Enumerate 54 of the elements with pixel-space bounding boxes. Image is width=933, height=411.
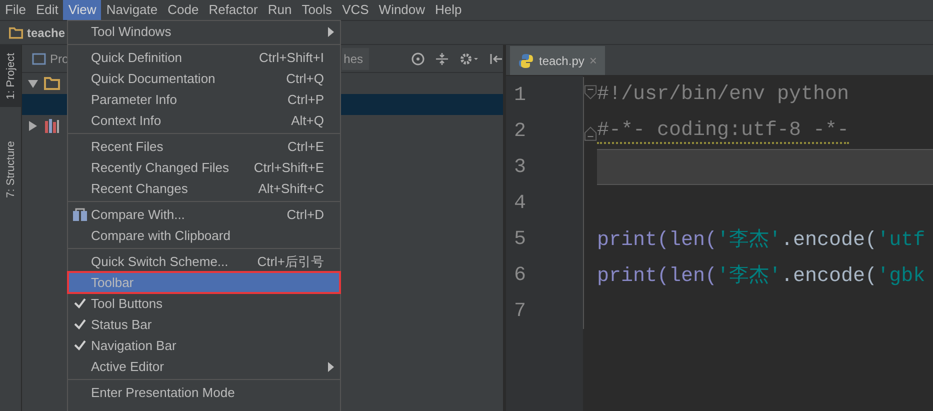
menu-item[interactable]: Compare With... Ctrl+D (68, 204, 340, 225)
menu-item[interactable]: Quick Switch Scheme... Ctrl+后引号 (68, 251, 340, 272)
menu-item[interactable]: Compare with Clipboard (68, 225, 340, 246)
menu-item[interactable]: Quick Documentation Ctrl+Q (68, 68, 340, 89)
project-breadcrumb[interactable]: teache (27, 26, 66, 40)
library-icon (44, 118, 60, 132)
menu-item[interactable]: Navigation Bar (68, 335, 340, 356)
menu-bar-item[interactable]: View (63, 0, 102, 20)
menu-item[interactable]: Recent Files Ctrl+E (68, 136, 340, 157)
menu-bar-item[interactable]: Edit (30, 0, 64, 20)
code-line: print(len('李杰'.encode('gbk (597, 264, 926, 290)
menu-item[interactable]: Recent Changes Alt+Shift+C (68, 178, 340, 199)
menu-item[interactable]: Tool Windows (68, 21, 340, 42)
line-number: 1 (513, 82, 528, 108)
menu-bar-item[interactable]: Run (262, 0, 297, 20)
menu-item[interactable]: Parameter Info Ctrl+P (68, 89, 340, 110)
menu-item[interactable]: Tool Buttons (68, 293, 340, 314)
menu-bar-item[interactable]: VCS (337, 0, 374, 20)
code-line: print(len('李杰'.encode('utf (597, 228, 926, 254)
settings-icon[interactable] (459, 52, 479, 66)
tool-window-button[interactable]: 1: Project (0, 45, 21, 108)
menu-item[interactable]: Recently Changed Files Ctrl+Shift+E (68, 157, 340, 178)
expand-arrow-icon[interactable] (28, 120, 38, 130)
expand-arrow-icon[interactable] (28, 78, 38, 88)
line-number: 5 (513, 226, 528, 252)
code-line: #!/usr/bin/env python (597, 82, 850, 108)
editor-tab[interactable]: teach.py × (510, 46, 605, 75)
project-view-icon (32, 52, 46, 64)
menu-bar-item[interactable]: Tools (296, 0, 338, 20)
code-line: #-*- coding:utf-8 -*- (597, 118, 850, 144)
menu-bar-item[interactable]: File (0, 0, 31, 20)
scope-tab[interactable]: hes (342, 48, 369, 70)
menu-bar-item[interactable]: Refactor (204, 0, 263, 20)
menu-item[interactable]: Active Editor (68, 356, 340, 377)
menu-bar-item[interactable]: Navigate (101, 0, 163, 20)
collapse-icon[interactable] (435, 52, 449, 66)
tool-window-button[interactable]: 7: Structure (0, 133, 21, 206)
line-number: 6 (513, 262, 528, 288)
folder-icon (9, 26, 23, 38)
python-file-icon (518, 52, 534, 68)
line-number: 7 (513, 298, 528, 324)
menu-bar-item[interactable]: Code (162, 0, 204, 20)
locate-icon[interactable] (411, 52, 425, 66)
menu-item[interactable]: Enter Presentation Mode (68, 382, 340, 403)
folder-icon (44, 77, 60, 90)
menu-item[interactable]: Quick Definition Ctrl+Shift+I (68, 47, 340, 68)
line-number: 2 (513, 118, 528, 144)
menu-bar-item[interactable]: Help (430, 0, 467, 20)
menu-bar-item[interactable]: Window (374, 0, 430, 20)
hide-panel-icon[interactable] (489, 52, 503, 66)
line-number: 4 (513, 190, 528, 216)
menu-item[interactable]: Context Info Alt+Q (68, 110, 340, 131)
line-number: 3 (513, 154, 528, 180)
menu-item[interactable]: Status Bar (68, 314, 340, 335)
